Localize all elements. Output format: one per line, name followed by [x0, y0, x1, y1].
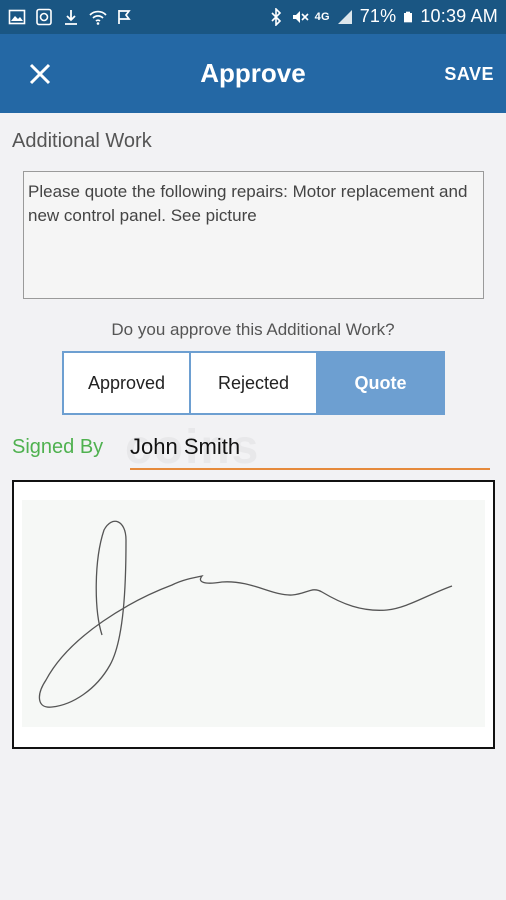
image-icon — [8, 9, 26, 25]
battery-percent: 71% — [359, 6, 397, 26]
flag-icon — [118, 10, 131, 24]
wifi-icon — [89, 10, 107, 25]
bluetooth-icon — [271, 7, 281, 26]
download-icon — [65, 10, 77, 25]
additional-work-label: Additional Work — [12, 130, 152, 152]
app-bar: Approve SAVE — [0, 34, 506, 113]
approval-options: Approved Rejected Quote — [62, 351, 445, 415]
signature-area[interactable] — [22, 500, 485, 727]
battery-icon — [404, 11, 413, 22]
system-status: 4G 71% 10:39 AM — [267, 6, 498, 27]
signature-pad[interactable] — [12, 480, 495, 749]
signed-by-label: Signed By — [12, 436, 104, 458]
network-type: 4G — [314, 10, 330, 23]
approved-option[interactable]: Approved — [64, 353, 191, 413]
mute-icon — [292, 10, 309, 23]
additional-work-description[interactable]: Please quote the following repairs: Moto… — [23, 171, 484, 299]
save-button[interactable]: SAVE — [444, 64, 494, 85]
app-icon — [36, 8, 52, 26]
status-bar: 4G 71% 10:39 AM — [0, 0, 506, 34]
signed-by-input[interactable]: John Smith — [130, 432, 490, 470]
quote-option[interactable]: Quote — [318, 353, 443, 413]
page-title: Approve — [200, 58, 306, 88]
signature-stroke — [38, 520, 453, 708]
signal-icon — [337, 9, 352, 24]
rejected-option[interactable]: Rejected — [191, 353, 318, 413]
approval-question: Do you approve this Additional Work? — [111, 320, 395, 339]
notification-icons — [8, 8, 134, 26]
clock: 10:39 AM — [420, 6, 498, 26]
